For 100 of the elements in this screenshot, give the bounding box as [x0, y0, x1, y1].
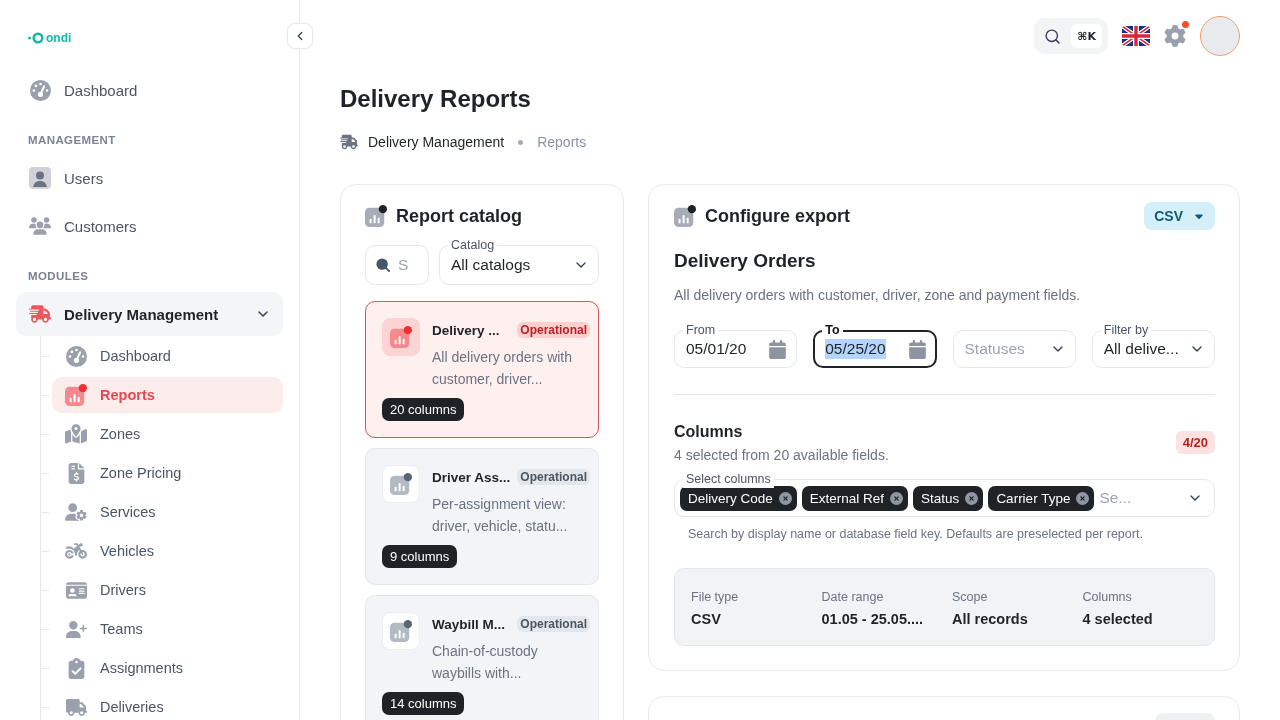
card-title: Report catalog	[396, 205, 523, 228]
column-search-input[interactable]: Se...	[1099, 489, 1182, 507]
chip-label: Carrier Type	[996, 490, 1071, 506]
logo-text: ondi	[46, 31, 72, 45]
nav-section-heading: MODULES	[27, 269, 90, 284]
chart-icon	[382, 465, 420, 503]
nav-item[interactable]: Vehicles	[52, 533, 283, 569]
category-badge: Operational	[517, 616, 590, 632]
report-description: All delivery orders with customer, driver, zone and payment fields.	[674, 286, 1082, 305]
report-description: Per-assignment view: driver, vehicle, statu...	[432, 495, 569, 536]
separator-dot-icon	[518, 139, 524, 145]
field-value: 05/25/20	[825, 339, 886, 359]
nav-item[interactable]: Zone Pricing	[52, 455, 283, 491]
calendar-icon	[907, 339, 927, 359]
truck-icon	[340, 133, 358, 151]
remove-icon[interactable]	[778, 491, 792, 505]
nav-item[interactable]: Assignments	[52, 650, 283, 686]
chart-icon	[674, 205, 696, 227]
column-count-badge: 20 columns	[382, 398, 465, 421]
search-field[interactable]: S	[365, 245, 429, 285]
nav-item[interactable]: Drivers	[52, 572, 283, 608]
card-title: Configure export	[705, 205, 850, 228]
category-badge: Operational	[517, 322, 590, 338]
nav-item[interactable]: Teams	[52, 611, 283, 647]
date-field[interactable]: From 05/01/20	[674, 321, 798, 368]
report-description: Chain-of-custody waybills with...	[432, 642, 539, 683]
map-location-icon	[65, 423, 87, 445]
shortcut-key: ⌘K	[1071, 24, 1102, 48]
summary-value: All records	[952, 610, 1029, 629]
summary-label: Scope	[952, 589, 989, 606]
summary-label: Columns	[1082, 589, 1133, 606]
nav-item[interactable]: Zones	[52, 416, 283, 452]
report-card[interactable]: Driver Ass... Operational Per-assignment view: driver, vehicle, statu... 9 columns	[365, 448, 599, 585]
field-value: All delive...	[1103, 339, 1179, 359]
motorcycle-icon	[65, 540, 87, 562]
report-name: Delivery ...	[432, 322, 500, 338]
catalog-select[interactable]: Catalog All catalogs	[439, 236, 599, 285]
user-plus-icon	[65, 618, 87, 640]
search-button[interactable]: ⌘K	[1034, 18, 1108, 54]
flag-icon[interactable]	[1122, 26, 1150, 46]
gauge-icon	[65, 345, 87, 367]
chart-icon	[65, 384, 87, 406]
field-hint: Search by display name or database field key. Defaults are preselected per report.	[687, 526, 1144, 543]
select-value: All catalogs	[451, 255, 531, 275]
remove-icon[interactable]	[1076, 491, 1090, 505]
nav-item[interactable]: Customers	[16, 204, 283, 248]
search-icon	[1044, 27, 1062, 45]
report-name: Waybill M...	[432, 616, 505, 632]
column-select[interactable]: Select columns Delivery Code External Ref Status Carrier Type Se...	[674, 470, 1215, 517]
chart-icon	[382, 612, 420, 650]
nav-section-heading: MANAGEMENT	[27, 133, 117, 148]
select-field[interactable]: Statuses	[952, 330, 1076, 368]
nav-item[interactable]: Dashboard	[52, 338, 283, 374]
category-badge: Operational	[517, 469, 590, 485]
summary-label: Date range	[821, 589, 885, 606]
chart-icon	[382, 318, 420, 356]
nav-item[interactable]: Deliveries	[52, 689, 283, 720]
nav-item[interactable]: Dashboard	[16, 68, 283, 112]
report-description: All delivery orders with customer, driver...	[432, 348, 574, 389]
nav-item[interactable]: Users	[16, 156, 283, 200]
breadcrumb-link[interactable]: Delivery Management	[368, 134, 505, 150]
chip-label: Delivery Code	[688, 490, 773, 506]
chip-label: Status	[921, 490, 960, 506]
search-input[interactable]: S	[398, 256, 418, 274]
report-card[interactable]: Waybill M... Operational Chain-of-custody waybills with... 14 columns	[365, 595, 599, 720]
summary-value: 4 selected	[1082, 610, 1154, 629]
gauge-icon	[29, 79, 51, 101]
count-badge: 4/20	[1175, 431, 1215, 454]
user-gear-icon	[65, 501, 87, 523]
select-field[interactable]: Filter by All delive...	[1091, 321, 1215, 368]
breadcrumb-current-page: Reports	[537, 134, 587, 150]
format-button[interactable]: CSV	[1144, 202, 1215, 230]
nav-group-toggle[interactable]: Delivery Management	[16, 292, 283, 336]
users-icon	[29, 215, 51, 237]
remove-icon[interactable]	[890, 491, 904, 505]
field-value: 05/01/20	[686, 339, 747, 359]
date-field[interactable]: To 05/25/20	[813, 321, 937, 368]
truck-icon	[29, 303, 51, 325]
report-card[interactable]: Delivery ... Operational All delivery orders with customer, driver... 20 columns	[365, 301, 599, 438]
report-name: Driver Ass...	[432, 469, 511, 485]
section-subtitle: 4 selected from 20 available fields.	[674, 446, 889, 465]
column-count-badge: 9 columns	[382, 545, 458, 568]
calendar-icon	[768, 339, 788, 359]
logo-icon	[28, 32, 44, 44]
remove-icon[interactable]	[965, 491, 979, 505]
summary-value: 01.05 - 25.05....	[821, 610, 925, 629]
summary-label: File type	[691, 589, 740, 606]
user-icon	[29, 167, 51, 189]
section-title: Columns	[674, 422, 744, 442]
search-icon	[376, 257, 390, 273]
truck-icon	[65, 696, 87, 718]
nav-item[interactable]: Services	[52, 494, 283, 530]
chip-label: External Ref	[809, 490, 885, 506]
id-card-icon	[65, 579, 87, 601]
chart-icon	[365, 205, 387, 227]
report-title: Delivery Orders	[674, 249, 817, 273]
summary-value: CSV	[691, 610, 722, 629]
filter-input[interactable]: Statuses	[964, 340, 1044, 358]
page-title: Delivery Reports	[340, 84, 532, 114]
settings-icon[interactable]	[1164, 25, 1186, 47]
